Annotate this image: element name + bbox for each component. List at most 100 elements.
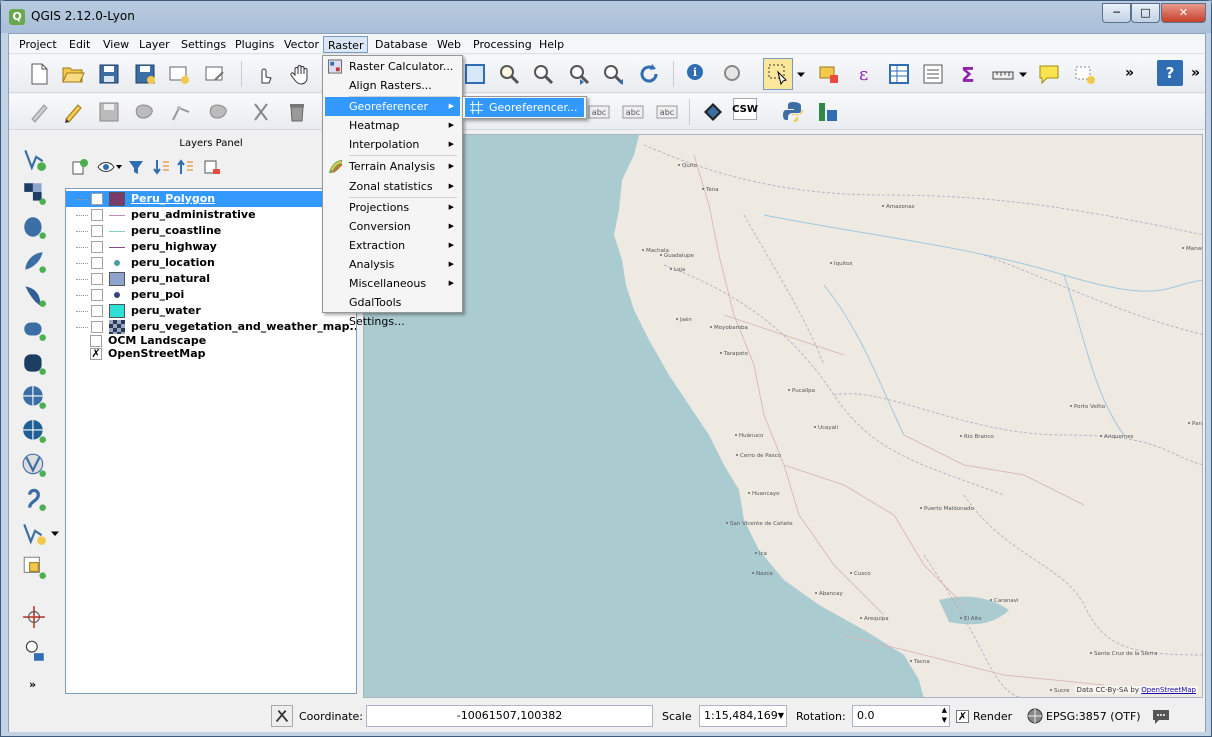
layer-visibility-checkbox[interactable] — [91, 289, 103, 301]
add-mssql-layer-icon[interactable] — [19, 280, 49, 310]
menu-item-gdaltools-settings[interactable]: GdalTools Settings... — [325, 293, 460, 328]
menu-item-analysis[interactable]: Analysis ▶ — [325, 255, 460, 274]
layer-visibility-checkbox[interactable] — [91, 257, 103, 269]
label-abc-icon-2[interactable]: abc — [619, 98, 647, 126]
new-project-icon[interactable] — [25, 60, 53, 88]
layer-visibility-checkbox[interactable] — [91, 209, 103, 221]
zoom-last-icon[interactable] — [565, 60, 593, 88]
add-spatialite-layer-icon[interactable] — [19, 246, 49, 276]
remove-layer-icon[interactable] — [203, 158, 221, 176]
menu-view[interactable]: View — [99, 36, 133, 53]
manage-visibility-eye-icon[interactable] — [97, 158, 123, 176]
crs-label[interactable]: EPSG:3857 (OTF) — [1046, 710, 1141, 723]
add-oracle-layer-icon[interactable] — [19, 314, 49, 344]
annotation-icon[interactable] — [1035, 60, 1063, 88]
layer-visibility-checkbox[interactable] — [91, 305, 103, 317]
raster-layer-icon[interactable] — [699, 98, 727, 126]
delete-selected-icon[interactable] — [283, 98, 311, 126]
rotation-spin-arrows-icon[interactable]: ▲ ▼ — [942, 705, 947, 725]
statistical-summary-icon[interactable] — [919, 60, 947, 88]
menu-item-conversion[interactable]: Conversion ▶ — [325, 217, 460, 236]
add-delimited-text-layer-icon[interactable] — [19, 484, 49, 514]
zoom-next-icon[interactable] — [599, 60, 627, 88]
refresh-icon[interactable] — [635, 60, 663, 88]
save-edits-icon[interactable] — [95, 98, 123, 126]
coordinate-toggle-icon[interactable] — [271, 705, 293, 727]
add-feature-icon[interactable] — [131, 98, 159, 126]
layer-visibility-checkbox[interactable] — [91, 241, 103, 253]
field-calculator-icon[interactable]: ε — [849, 60, 877, 88]
layer-visibility-checkbox[interactable] — [91, 321, 103, 333]
menu-item-extraction[interactable]: Extraction ▶ — [325, 236, 460, 255]
maximize-button[interactable]: □ — [1131, 3, 1160, 23]
menu-item-terrain-analysis[interactable]: Terrain Analysis ▶ — [325, 157, 460, 176]
menu-raster[interactable]: Raster — [323, 36, 369, 53]
layer-row[interactable]: peru_highway — [66, 239, 356, 255]
node-tool-icon[interactable] — [167, 98, 195, 126]
menu-item-georeferencer[interactable]: Georeferencer ▶ — [325, 97, 460, 116]
help-icon[interactable]: ? — [1157, 60, 1183, 86]
scale-dropdown-arrow-icon[interactable]: ▼ — [778, 706, 784, 726]
layer-row[interactable]: peru_coastline — [66, 223, 356, 239]
measure-dropdown-arrow-icon[interactable] — [1017, 60, 1029, 88]
map-canvas[interactable]: QuitoTenaMachalaGuadalupeIquitosManausLo… — [363, 134, 1203, 698]
crs-globe-icon[interactable] — [1027, 708, 1043, 724]
gps-tool-icon[interactable] — [19, 636, 49, 666]
menu-item-zonal-statistics[interactable]: Zonal statistics ▶ — [325, 177, 460, 196]
layer-row[interactable]: ✗ OpenStreetMap — [66, 346, 356, 362]
add-wcs-layer-icon[interactable] — [19, 416, 49, 446]
menu-item-interpolation[interactable]: Interpolation ▶ — [325, 135, 460, 154]
layer-visibility-checkbox[interactable] — [91, 225, 103, 237]
composer-manager-icon[interactable] — [201, 60, 229, 88]
cut-features-icon[interactable] — [247, 98, 275, 126]
zoom-to-layer-icon[interactable] — [529, 60, 557, 88]
open-project-icon[interactable] — [59, 60, 87, 88]
toggle-editing-pencil-icon[interactable] — [59, 98, 87, 126]
menu-vector[interactable]: Vector — [280, 36, 323, 53]
messages-icon[interactable] — [1151, 707, 1171, 725]
osm-attribution-link[interactable]: OpenStreetMap — [1141, 686, 1196, 694]
deselect-features-icon[interactable] — [815, 60, 843, 88]
measure-line-icon[interactable] — [989, 60, 1017, 88]
menu-database[interactable]: Database — [371, 36, 432, 53]
zoom-to-selection-icon[interactable] — [495, 60, 523, 88]
menu-project[interactable]: Project — [15, 36, 61, 53]
menu-item-heatmap[interactable]: Heatmap ▶ — [325, 116, 460, 135]
add-raster-layer-icon[interactable] — [19, 178, 49, 208]
expand-all-icon[interactable] — [153, 158, 171, 176]
toolbar-overflow-button-2[interactable]: » — [1191, 65, 1200, 81]
filter-legend-icon[interactable] — [127, 158, 145, 176]
layer-visibility-checkbox[interactable] — [91, 193, 103, 205]
label-abc-icon-1[interactable]: abc — [585, 98, 613, 126]
current-edits-icon[interactable] — [25, 98, 53, 126]
menu-help[interactable]: Help — [535, 36, 568, 53]
csw-icon[interactable]: CSW — [732, 98, 758, 120]
attribute-table-icon[interactable] — [885, 60, 913, 88]
add-virtual-layer-icon[interactable] — [19, 552, 49, 582]
minimize-button[interactable]: ─ — [1102, 3, 1131, 23]
new-layer-dropdown-arrow-icon[interactable] — [49, 518, 61, 548]
crosshair-icon[interactable] — [19, 602, 49, 632]
toolbar-overflow-button[interactable]: » — [1125, 65, 1134, 81]
map-tips-icon[interactable] — [719, 60, 747, 88]
move-feature-icon[interactable] — [205, 98, 233, 126]
new-shapefile-layer-icon[interactable] — [19, 518, 49, 548]
add-wms-layer-icon[interactable] — [19, 382, 49, 412]
zoom-full-icon[interactable] — [461, 60, 489, 88]
close-button[interactable]: ✕ — [1161, 3, 1206, 23]
menu-item-raster-calculator[interactable]: Raster Calculator... — [325, 57, 460, 76]
menu-item-projections[interactable]: Projections ▶ — [325, 198, 460, 217]
python-console-icon[interactable] — [779, 98, 807, 126]
new-bookmark-icon[interactable] — [1071, 60, 1099, 88]
collapse-all-icon[interactable] — [177, 158, 195, 176]
touch-zoom-icon[interactable] — [251, 60, 279, 88]
add-group-icon[interactable] — [71, 158, 89, 176]
layer-row[interactable]: peru_poi — [66, 287, 356, 303]
layer-row[interactable]: peru_water — [66, 303, 356, 319]
menu-web[interactable]: Web — [433, 36, 465, 53]
layer-visibility-checkbox[interactable] — [91, 273, 103, 285]
layer-row[interactable]: peru_administrative — [66, 207, 356, 223]
coordinate-field[interactable]: -10061507,100382 — [366, 705, 653, 727]
menu-item-georeferencer-plugin[interactable]: Georeferencer... — [465, 98, 584, 117]
select-features-icon[interactable] — [763, 58, 793, 90]
